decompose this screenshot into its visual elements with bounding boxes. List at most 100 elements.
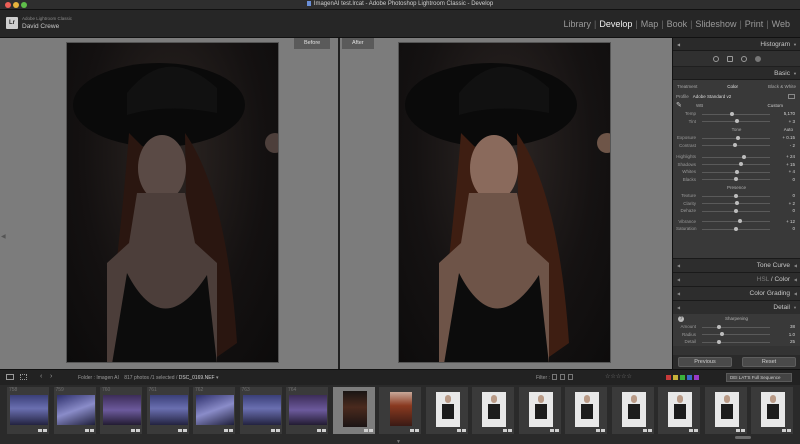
single-view-icon[interactable] [6, 374, 14, 380]
color-chip-purple[interactable] [694, 375, 699, 380]
healing-tool-icon[interactable] [726, 55, 733, 62]
module-web[interactable]: Web [770, 19, 792, 29]
basic-header[interactable]: Basic ▼ [673, 67, 800, 80]
after-pane: After [340, 38, 666, 369]
edit-badge-icon [689, 429, 693, 432]
filmstrip-thumbnail[interactable] [703, 386, 748, 435]
whites-slider[interactable]: Whites + 4 [676, 168, 797, 176]
eyedropper-icon[interactable]: ✎ [676, 102, 682, 109]
contrast-slider[interactable]: Contrast - 2 [676, 142, 797, 150]
tone-curve-header[interactable]: ◀ Tone Curve ◀ [673, 258, 800, 272]
color-chip-red[interactable] [666, 375, 671, 380]
profile-dropdown[interactable]: Adobe Standard v2 [693, 94, 732, 99]
edit-badge-icon [782, 429, 786, 432]
blacks-slider[interactable]: Blacks 0 [676, 176, 797, 184]
filmstrip-thumbnail[interactable] [378, 386, 422, 435]
histogram-header[interactable]: ◀ Histogram ▼ [673, 38, 800, 51]
filmstrip-thumbnail[interactable] [517, 386, 562, 435]
after-portrait-image [405, 63, 610, 362]
left-panel-toggle-icon[interactable]: ◀ [1, 233, 6, 240]
star-rating-filter[interactable]: ☆☆☆☆☆ [605, 373, 632, 380]
color-chip-yellow[interactable] [673, 375, 678, 380]
flag-filter-icon[interactable] [560, 374, 565, 380]
color-chip-blue[interactable] [687, 375, 692, 380]
thumbnail-badges [410, 429, 419, 432]
profile-browser-icon[interactable] [788, 93, 795, 99]
edit-badge-icon [322, 429, 326, 432]
after-photo[interactable] [398, 42, 611, 363]
reset-button[interactable]: Reset [742, 357, 796, 367]
filmstrip-thumbnail[interactable] [657, 386, 701, 435]
filter-preset-dropdown[interactable]: DEI LAT'S Full Sequence [726, 373, 792, 382]
module-library[interactable]: Library [561, 19, 593, 29]
grid-view-icon[interactable] [20, 374, 27, 380]
treatment-row: Treatment Color Black & White [676, 82, 797, 91]
edit-badge-icon [415, 429, 419, 432]
auto-tone-button[interactable]: Auto [784, 127, 793, 132]
filmstrip-thumbnail[interactable] [424, 386, 469, 435]
treatment-color-option[interactable]: Color [727, 84, 738, 89]
edit-badge-icon [368, 429, 373, 432]
detail-header[interactable]: ◀ Detail ▼ [673, 300, 800, 314]
clarity-slider[interactable]: Clarity + 2 [676, 200, 797, 208]
color-grading-header[interactable]: ◀ Color Grading ◀ [673, 286, 800, 300]
before-after-view: ◀ Before After [0, 38, 672, 369]
filmstrip-thumbnail[interactable] [471, 386, 515, 435]
module-slideshow[interactable]: Slideshow [693, 19, 738, 29]
filmstrip-thumbnail[interactable]: 761 [145, 386, 190, 435]
filmstrip-thumbnail[interactable]: 763 [238, 386, 283, 435]
treatment-bw-option[interactable]: Black & White [768, 84, 796, 89]
filmstrip-thumbnail[interactable] [750, 386, 794, 435]
highlights-slider[interactable]: Highlights + 24 [676, 153, 797, 161]
module-develop[interactable]: Develop [597, 19, 634, 29]
help-icon[interactable]: ? [678, 316, 684, 322]
dehaze-slider[interactable]: Dehaze 0 [676, 207, 797, 215]
edit-badge-icon [647, 429, 652, 432]
filmstrip-thumbnail[interactable]: 762 [192, 386, 236, 435]
flag-filter-icon[interactable] [552, 374, 557, 380]
edit-badge-icon [89, 429, 94, 432]
folder-name: Folder : Imagen AI [78, 375, 119, 381]
filmstrip-thumbnail[interactable] [564, 386, 608, 435]
forward-arrow-icon[interactable]: › [50, 373, 52, 380]
flag-filter-icon[interactable] [568, 374, 573, 380]
module-print[interactable]: Print [743, 19, 766, 29]
red-eye-tool-icon[interactable] [740, 55, 747, 62]
module-map[interactable]: Map [639, 19, 661, 29]
crop-tool-icon[interactable] [712, 55, 719, 62]
filmstrip-thumbnail[interactable]: 764 [285, 386, 329, 435]
hsl-color-header[interactable]: ◀ HSL / Color ◀ [673, 272, 800, 286]
wb-dropdown[interactable]: Custom [767, 103, 783, 108]
masking-tool-icon[interactable] [754, 55, 761, 62]
before-photo[interactable] [66, 42, 279, 363]
texture-slider[interactable]: Texture 0 [676, 192, 797, 200]
back-arrow-icon[interactable]: ‹ [40, 373, 42, 380]
temp-slider[interactable]: Temp 5,170 [676, 110, 797, 118]
filmstrip-thumbnail[interactable]: 758 [6, 386, 50, 435]
filmstrip-thumbnail[interactable]: 759 [52, 386, 97, 435]
bottom-panel-toggle-icon[interactable]: ▼ [396, 439, 401, 444]
color-chip-green[interactable] [680, 375, 685, 380]
thumbnail-figure-shirt [720, 404, 733, 419]
previous-button[interactable]: Previous [678, 357, 732, 367]
amount-slider[interactable]: Amount 38 [676, 323, 797, 331]
filmstrip-scrollbar[interactable] [735, 436, 751, 439]
exposure-slider[interactable]: Exposure + 0.15 [676, 134, 797, 142]
filter-label: Filter : [536, 375, 550, 381]
edit-badge-icon [735, 429, 740, 432]
filmstrip-thumbnail[interactable] [610, 386, 655, 435]
edit-badge-icon [84, 429, 89, 432]
vibrance-slider[interactable]: Vibrance + 12 [676, 218, 797, 226]
basic-title: Basic [774, 70, 790, 77]
filmstrip-thumbnail[interactable] [331, 386, 376, 435]
source-path[interactable]: Folder : Imagen AI 817 photos /1 selecte… [78, 375, 219, 381]
edit-badge-icon [224, 429, 228, 432]
detail-slider[interactable]: Detail 25 [676, 338, 797, 346]
radius-slider[interactable]: Radius 1.0 [676, 331, 797, 339]
saturation-slider[interactable]: Saturation 0 [676, 225, 797, 233]
filmstrip-thumbnail[interactable]: 760 [99, 386, 143, 435]
module-book[interactable]: Book [665, 19, 690, 29]
basic-panel: Treatment Color Black & White Profile Ad… [673, 80, 800, 258]
tint-slider[interactable]: Tint + 3 [676, 118, 797, 126]
shadows-slider[interactable]: Shadows + 15 [676, 161, 797, 169]
